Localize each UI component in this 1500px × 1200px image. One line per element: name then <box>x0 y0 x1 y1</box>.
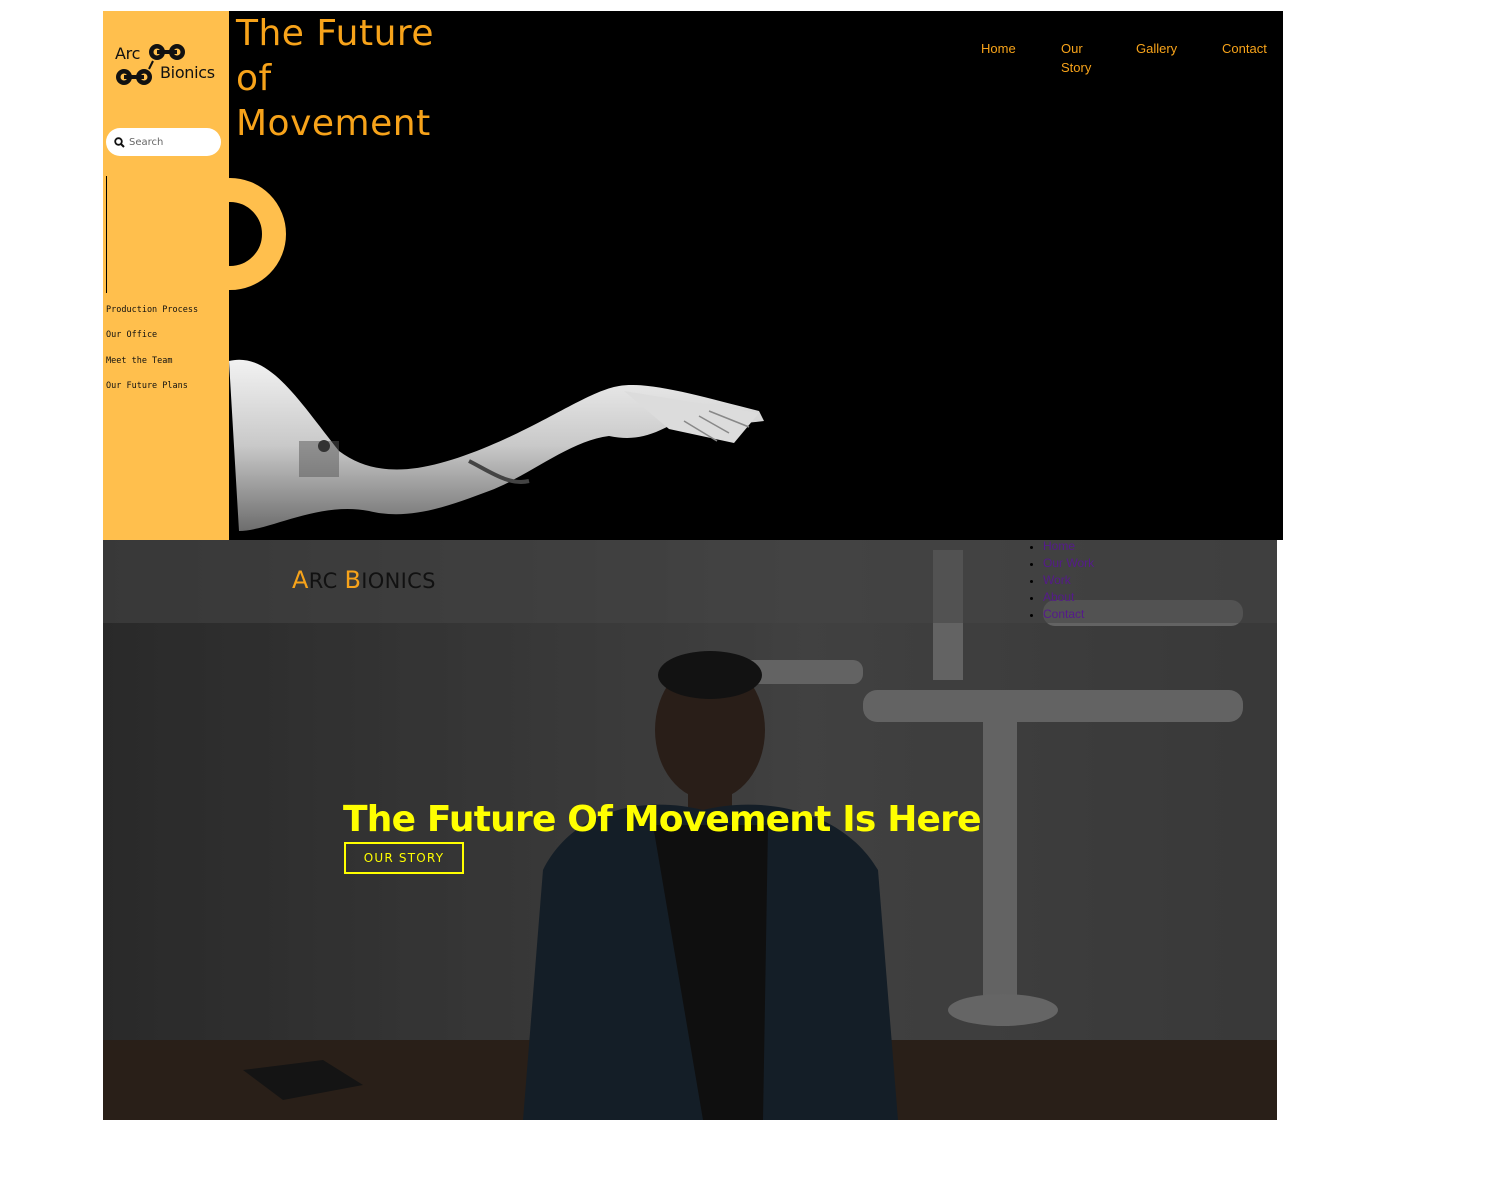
sidebar-link-meet-the-team[interactable]: Meet the Team <box>106 354 198 379</box>
top-hero-section: Arc Bionics Production Process Our Off <box>103 11 1283 540</box>
search-input[interactable] <box>125 136 221 148</box>
sidebar-link-production-process[interactable]: Production Process <box>106 303 198 328</box>
bionic-arm-image <box>229 359 764 531</box>
arc-bionics-logo[interactable]: Arc Bionics <box>111 39 229 91</box>
secondary-nav-item: Work <box>1043 572 1094 589</box>
nav-home-link[interactable]: Home <box>981 39 1016 58</box>
secondary-nav-item: Our Work <box>1043 555 1094 572</box>
nav2-about-link[interactable]: About <box>1043 590 1074 604</box>
bottom-hero-section: ARC BIONICS Home Our Work Work About Con… <box>103 540 1277 1120</box>
hero-title: The Future of Movement <box>236 11 456 146</box>
sidebar-divider <box>106 176 107 293</box>
search-box[interactable] <box>106 128 221 156</box>
secondary-nav-item: About <box>1043 589 1094 606</box>
secondary-navigation: Home Our Work Work About Contact <box>1027 540 1094 623</box>
sidebar-link-our-office[interactable]: Our Office <box>106 328 198 353</box>
secondary-nav-item: Home <box>1043 540 1094 555</box>
brand-rest-ionics: IONICS <box>361 569 436 593</box>
chain-link-icon <box>116 44 185 85</box>
sidebar-link-future-plans[interactable]: Our Future Plans <box>106 379 198 404</box>
nav2-work-link[interactable]: Work <box>1043 573 1071 587</box>
nav-contact-link[interactable]: Contact <box>1222 39 1267 58</box>
nav2-contact-link[interactable]: Contact <box>1043 607 1084 621</box>
brand-initial-a: A <box>292 566 309 594</box>
brand-rest-rc: RC <box>308 569 345 593</box>
nav-our-story-link[interactable]: Our Story <box>1061 39 1101 77</box>
hero-headline: The Future Of Movement Is Here <box>343 799 982 840</box>
hero-title-text: The Future of Movement <box>236 13 435 144</box>
nav2-home-link[interactable]: Home <box>1043 540 1075 553</box>
search-icon <box>114 136 125 148</box>
our-story-button[interactable]: OUR STORY <box>344 842 464 874</box>
site-header: ARC BIONICS <box>103 540 1277 623</box>
nav-gallery-link[interactable]: Gallery <box>1136 39 1177 58</box>
secondary-nav-item: Contact <box>1043 606 1094 623</box>
brand-initial-b: B <box>344 566 362 594</box>
sidebar-links: Production Process Our Office Meet the T… <box>106 303 198 404</box>
top-navigation: Home Our Story Gallery Contact <box>965 39 1275 89</box>
brand-logo-text[interactable]: ARC BIONICS <box>292 566 436 594</box>
decorative-ring <box>173 178 286 290</box>
nav2-our-work-link[interactable]: Our Work <box>1043 556 1094 570</box>
